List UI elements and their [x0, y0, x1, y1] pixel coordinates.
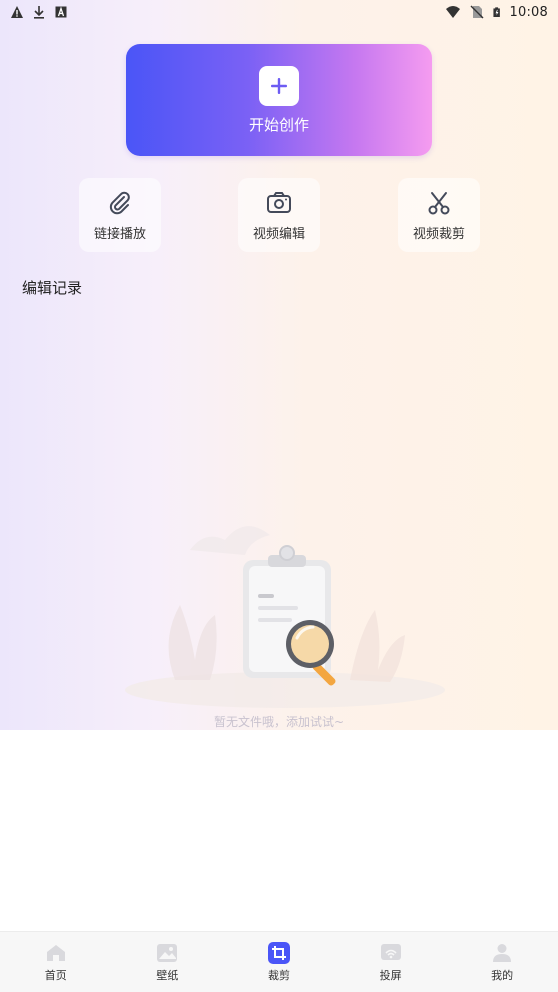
- tab-wallpaper-label: 壁纸: [156, 968, 179, 982]
- tab-profile-label: 我的: [491, 968, 514, 982]
- start-create-button[interactable]: 开始创作: [126, 44, 432, 156]
- plus-icon: [259, 65, 299, 106]
- download-icon: [34, 6, 44, 19]
- image-icon: [156, 942, 178, 964]
- paperclip-icon: [109, 191, 130, 214]
- link-play-label: 链接播放: [93, 226, 146, 242]
- link-play-button[interactable]: 链接播放: [79, 178, 161, 252]
- video-edit-button[interactable]: 视频编辑: [238, 178, 320, 252]
- clipboard-magnifier-illustration: [125, 526, 445, 708]
- status-right: 10:08: [444, 5, 548, 20]
- video-edit-label: 视频编辑: [252, 226, 305, 242]
- tab-wallpaper[interactable]: 壁纸: [112, 932, 224, 992]
- crop-icon: [267, 941, 290, 964]
- no-sim-icon: [470, 5, 484, 19]
- cast-icon: [380, 942, 402, 964]
- scissors-icon: [428, 191, 450, 214]
- empty-state-text: 暂无文件哦，添加试试~: [213, 715, 345, 729]
- status-left: [10, 5, 68, 19]
- tab-cast-label: 投屏: [379, 968, 402, 982]
- tab-home[interactable]: 首页: [0, 932, 112, 992]
- wifi-icon: [445, 6, 460, 18]
- status-bar: 10:08: [0, 0, 558, 24]
- tab-cast[interactable]: 投屏: [335, 932, 447, 992]
- home-icon: [45, 942, 67, 964]
- tab-home-label: 首页: [44, 968, 67, 982]
- bottom-tab-bar: 首页 壁纸 裁剪 投屏 我的: [0, 931, 558, 992]
- battery-icon: [492, 7, 500, 17]
- warning-icon: [11, 6, 23, 18]
- tab-profile[interactable]: 我的: [446, 932, 558, 992]
- a-box-icon: [55, 6, 67, 18]
- camera-icon: [267, 191, 291, 213]
- tab-crop[interactable]: 裁剪: [223, 932, 335, 992]
- video-crop-label: 视频裁剪: [412, 226, 465, 242]
- video-crop-button[interactable]: 视频裁剪: [398, 178, 480, 252]
- tab-crop-label: 裁剪: [267, 968, 290, 982]
- start-create-label: 开始创作: [248, 115, 309, 134]
- status-time: 10:08: [509, 4, 548, 20]
- edit-history-title: 编辑记录: [22, 279, 83, 297]
- user-icon: [491, 942, 513, 964]
